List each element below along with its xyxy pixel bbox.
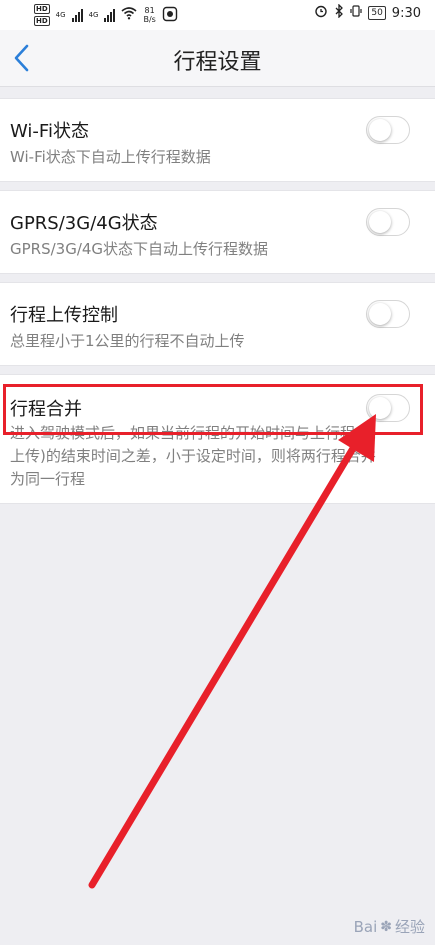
status-right: 50 9:30 (314, 3, 421, 22)
toggle-knob (369, 119, 391, 141)
network-type-1: 4G (55, 11, 66, 19)
watermark-brand-suffix: 经验 (394, 918, 425, 936)
wifi-toggle[interactable] (366, 116, 410, 144)
mobile-data-toggle[interactable] (366, 208, 410, 236)
setting-description: 总里程小于1公里的行程不自动上传 (10, 332, 245, 350)
clock: 9:30 (391, 5, 421, 21)
speed-value: 81 (144, 6, 155, 15)
setting-mobile-data: GPRS/3G/4G状态 GPRS/3G/4G状态下自动上传行程数据 (0, 190, 435, 274)
speed-unit: B/s (143, 15, 156, 24)
bluetooth-icon (334, 3, 344, 22)
watermark-brand: Bai (353, 917, 378, 936)
hd-badges: HD HD (34, 4, 50, 26)
page-title: 行程设置 (173, 50, 262, 75)
annotation-highlight-box (3, 384, 423, 435)
setting-title: Wi-Fi状态 (10, 121, 89, 142)
battery-icon: 50 (368, 6, 386, 20)
setting-title: GPRS/3G/4G状态 (10, 213, 158, 234)
network-type-2: 4G (88, 11, 99, 19)
wifi-icon (121, 7, 137, 23)
paw-icon: ✽ (380, 918, 392, 935)
toggle-knob (369, 211, 391, 233)
upload-control-toggle[interactable] (366, 300, 410, 328)
nav-header: 行程设置 (0, 30, 435, 87)
toggle-knob (369, 303, 391, 325)
app-notification-icon (162, 6, 178, 25)
setting-description: GPRS/3G/4G状态下自动上传行程数据 (10, 240, 269, 258)
setting-title: 行程上传控制 (10, 305, 118, 326)
vibrate-icon (350, 4, 362, 22)
alarm-icon (314, 4, 328, 22)
setting-description: Wi-Fi状态下自动上传行程数据 (10, 148, 211, 166)
hd-icon: HD (34, 16, 50, 26)
baidu-watermark: Bai ✽ 经验 (354, 916, 425, 937)
status-left: HD HD 4G 4G 81 B/s (34, 2, 178, 28)
setting-wifi: Wi-Fi状态 Wi-Fi状态下自动上传行程数据 (0, 98, 435, 182)
setting-upload-control: 行程上传控制 总里程小于1公里的行程不自动上传 (0, 282, 435, 366)
signal-icon (71, 8, 83, 22)
hd-icon: HD (34, 4, 50, 14)
network-speed: 81 B/s (143, 6, 155, 24)
signal-icon (104, 8, 116, 22)
status-bar: HD HD 4G 4G 81 B/s 50 9:30 (0, 0, 435, 30)
